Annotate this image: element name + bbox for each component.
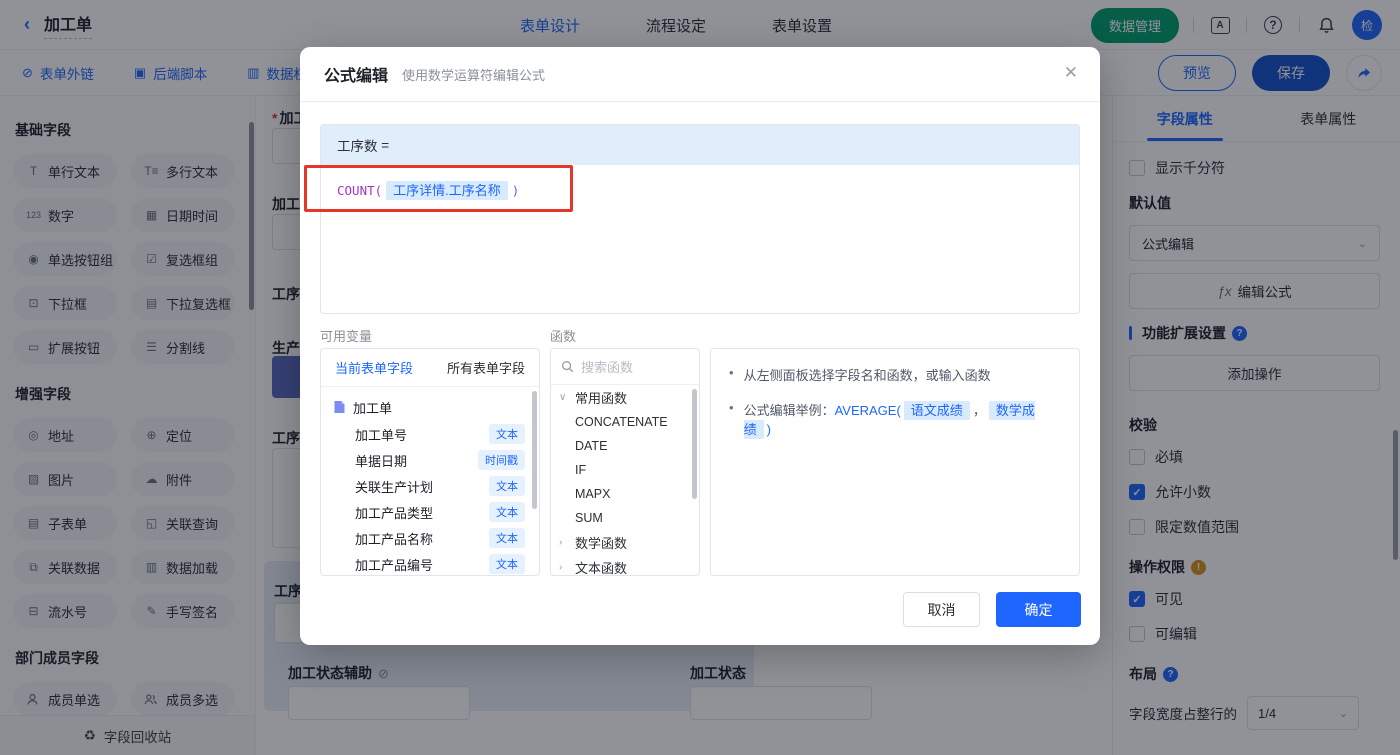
close-icon[interactable]: ✕ bbox=[1064, 63, 1078, 83]
tab-current-form-fields[interactable]: 当前表单字段 bbox=[335, 358, 413, 377]
variable-group-row[interactable]: 加工单 bbox=[321, 393, 539, 421]
tip-line: • 从左侧面板选择字段名和函数，或输入函数 bbox=[729, 365, 991, 383]
function-item[interactable]: SUM bbox=[551, 506, 699, 530]
function-group-text[interactable]: › 文本函数 bbox=[551, 555, 699, 575]
type-badge: 文本 bbox=[489, 502, 525, 522]
tips-panel: • 从左侧面板选择字段名和函数，或输入函数 • 公式编辑举例：AVERAGE(语文成… bbox=[710, 348, 1080, 576]
modal-subtitle: 使用数学运算符编辑公式 bbox=[402, 67, 546, 83]
form-doc-icon bbox=[333, 400, 346, 414]
functions-panel: 搜索函数 ∨ 常用函数 CONCATENATE DATE IF MAPX SUM … bbox=[550, 348, 700, 576]
type-badge: 文本 bbox=[489, 476, 525, 496]
function-group-common[interactable]: ∨ 常用函数 bbox=[551, 385, 699, 410]
functions-scrollbar[interactable] bbox=[692, 389, 697, 499]
caret-right-icon: › bbox=[559, 537, 563, 548]
cancel-button[interactable]: 取消 bbox=[903, 592, 980, 627]
caret-down-icon: ∨ bbox=[559, 392, 567, 403]
variable-item[interactable]: 单据日期 时间戳 bbox=[321, 447, 539, 473]
type-badge: 文本 bbox=[489, 424, 525, 444]
function-item[interactable]: CONCATENATE bbox=[551, 410, 699, 434]
formula-target-bar: 工序数 = bbox=[321, 125, 1079, 165]
variable-item[interactable]: 关联生产计划 文本 bbox=[321, 473, 539, 499]
function-item[interactable]: DATE bbox=[551, 434, 699, 458]
tip-example-line: • 公式编辑举例：AVERAGE(语文成绩，数学成绩) bbox=[729, 400, 1035, 439]
modal-title: 公式编辑 bbox=[324, 68, 389, 85]
form-designer-app: ‹ 加工单 表单设计 流程设定 表单设置 数据管理 A ? 检 ⊘ 表单外链 ▣ 后… bbox=[0, 0, 1400, 755]
variables-label: 可用变量 bbox=[320, 329, 373, 344]
search-icon bbox=[561, 360, 574, 373]
variables-scrollbar[interactable] bbox=[532, 391, 537, 509]
variable-item[interactable]: 加工产品类型 文本 bbox=[321, 499, 539, 525]
function-group-math[interactable]: › 数学函数 bbox=[551, 530, 699, 555]
formula-expression[interactable]: COUNT(工序详情.工序名称) bbox=[321, 165, 1079, 214]
functions-label: 函数 bbox=[550, 329, 577, 344]
variable-item[interactable]: 加工产品名称 文本 bbox=[321, 525, 539, 551]
variables-panel: 当前表单字段 所有表单字段 加工单 加工单号 文本 单据日期 时间戳 关联生产计划文… bbox=[320, 348, 540, 576]
formula-editor-area[interactable]: 工序数 = COUNT(工序详情.工序名称) bbox=[320, 124, 1080, 314]
formula-function-name: COUNT bbox=[337, 183, 375, 198]
variable-item[interactable]: 加工单号 文本 bbox=[321, 421, 539, 447]
function-item[interactable]: MAPX bbox=[551, 482, 699, 506]
type-badge: 时间戳 bbox=[478, 450, 525, 470]
type-badge: 文本 bbox=[489, 554, 525, 574]
function-item[interactable]: IF bbox=[551, 458, 699, 482]
type-badge: 文本 bbox=[489, 528, 525, 548]
example-chip: 语文成绩 bbox=[903, 401, 970, 420]
confirm-button[interactable]: 确定 bbox=[996, 592, 1081, 627]
caret-right-icon: › bbox=[559, 562, 563, 573]
search-placeholder: 搜索函数 bbox=[581, 360, 634, 375]
formula-editor-modal: 公式编辑 使用数学运算符编辑公式 ✕ 工序数 = COUNT(工序详情.工序名称… bbox=[300, 47, 1100, 645]
field-reference-chip[interactable]: 工序详情.工序名称 bbox=[386, 181, 508, 200]
function-search-input[interactable]: 搜索函数 bbox=[551, 349, 699, 385]
variable-item[interactable]: 加工产品编号 文本 bbox=[321, 551, 539, 575]
tab-all-form-fields[interactable]: 所有表单字段 bbox=[447, 358, 525, 377]
